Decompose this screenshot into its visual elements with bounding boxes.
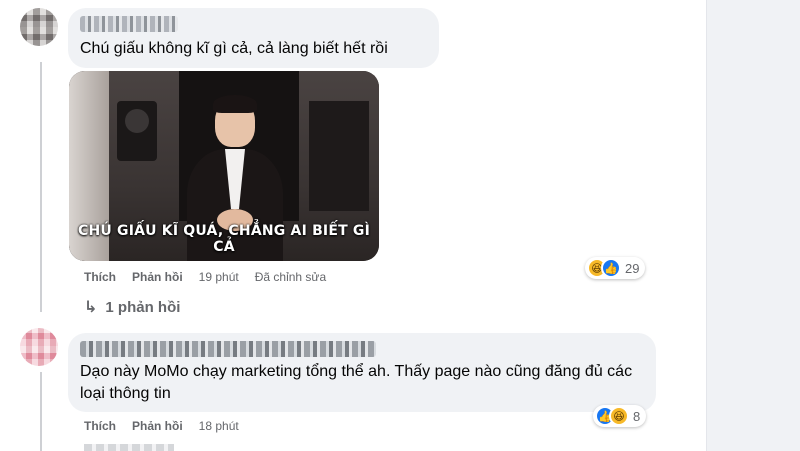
author-name-blurred[interactable] bbox=[80, 341, 376, 357]
comment-text: Chú giấu không kĩ gì cả, cả làng biết hế… bbox=[80, 40, 388, 57]
timestamp[interactable]: 19 phút bbox=[199, 270, 239, 284]
reply-button[interactable]: Phản hồi bbox=[132, 270, 183, 284]
timestamp[interactable]: 18 phút bbox=[199, 419, 239, 433]
reaction-count: 29 bbox=[625, 260, 640, 276]
author-name-blurred[interactable] bbox=[80, 16, 178, 32]
view-replies-link[interactable] bbox=[84, 444, 174, 451]
view-replies-link[interactable]: ↳ 1 phản hồi bbox=[84, 297, 180, 317]
like-button[interactable]: Thích bbox=[84, 419, 116, 433]
reply-button[interactable]: Phản hồi bbox=[132, 419, 183, 433]
comment-text: Dạo này MoMo chạy marketing tổng thể ah.… bbox=[80, 363, 633, 402]
haha-icon: 😆 bbox=[609, 406, 629, 426]
comment-bubble: Dạo này MoMo chạy marketing tổng thể ah.… bbox=[68, 333, 656, 412]
gif-caption: CHÚ GIẤU KĨ QUÁ, CHẲNG AI BIẾT GÌ CẢ bbox=[77, 223, 371, 255]
reply-thread-line bbox=[40, 62, 42, 312]
comment-gif[interactable]: CHÚ GIẤU KĨ QUÁ, CHẲNG AI BIẾT GÌ CẢ bbox=[69, 71, 379, 261]
avatar[interactable] bbox=[20, 8, 58, 46]
reaction-summary[interactable]: 😆 👍 29 bbox=[585, 257, 646, 279]
avatar[interactable] bbox=[20, 328, 58, 366]
reaction-summary[interactable]: 👍 😆 8 bbox=[593, 405, 647, 427]
reaction-count: 8 bbox=[633, 408, 641, 424]
view-replies-label: 1 phản hồi bbox=[105, 298, 181, 316]
like-icon: 👍 bbox=[601, 258, 621, 278]
comment-actions: Thích Phản hồi 19 phút Đã chỉnh sửa bbox=[84, 270, 342, 284]
right-side-panel bbox=[706, 0, 800, 451]
reply-arrow-icon: ↳ bbox=[84, 299, 98, 316]
edited-label: Đã chỉnh sửa bbox=[254, 270, 327, 284]
comment-actions: Thích Phản hồi 18 phút bbox=[84, 419, 255, 433]
reply-thread-line bbox=[40, 372, 42, 451]
like-button[interactable]: Thích bbox=[84, 270, 116, 284]
comment-bubble: Chú giấu không kĩ gì cả, cả làng biết hế… bbox=[68, 8, 439, 68]
